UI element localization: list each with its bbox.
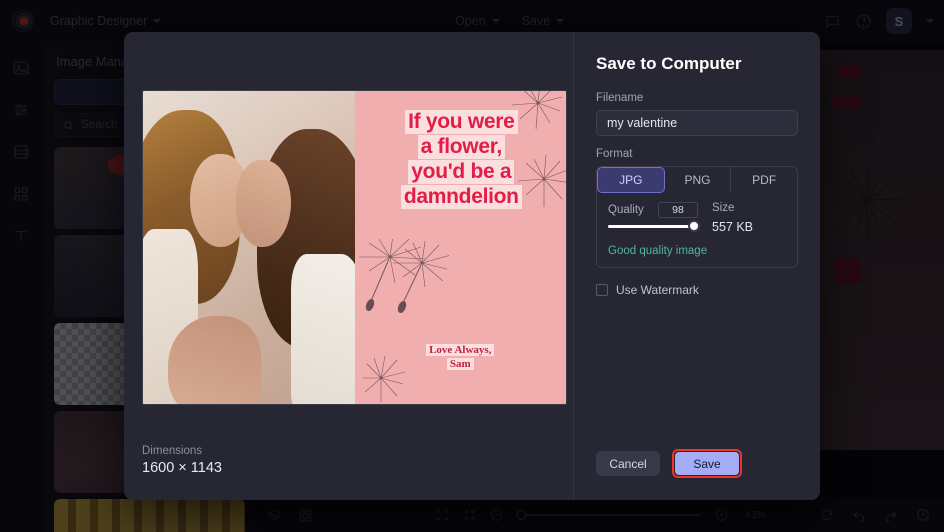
filename-label: Filename <box>596 92 644 104</box>
quality-slider[interactable] <box>608 220 700 232</box>
dialog-title: Save to Computer <box>596 54 742 73</box>
quality-value-input[interactable]: 98 <box>658 202 698 218</box>
watermark-label: Use Watermark <box>616 283 699 297</box>
photo-half <box>143 91 355 404</box>
format-option-jpg[interactable]: JPG <box>597 167 665 193</box>
save-button[interactable]: Save <box>675 452 739 475</box>
card-half: If you were a flower, you'd be a damndel… <box>354 91 567 404</box>
format-section: JPG PNG PDF Quality 98 Size 557 KB Good … <box>596 166 798 268</box>
image-preview: If you were a flower, you'd be a damndel… <box>142 90 567 405</box>
quality-slider-handle[interactable] <box>688 220 700 232</box>
format-tabs: JPG PNG PDF <box>597 167 797 193</box>
quality-label: Quality <box>608 204 644 216</box>
preview-pane: If you were a flower, you'd be a damndel… <box>124 32 573 500</box>
dimensions-value: 1600 × 1143 <box>142 460 222 476</box>
quality-message: Good quality image <box>608 245 708 257</box>
watermark-row[interactable]: Use Watermark <box>596 283 798 297</box>
signature-line: Sam <box>446 357 474 370</box>
save-options-pane: Save to Computer Filename my valentine F… <box>574 32 820 500</box>
quality-panel: Quality 98 Size 557 KB Good quality imag… <box>597 193 797 267</box>
format-option-pdf[interactable]: PDF <box>731 167 797 193</box>
size-value: 557 KB <box>712 220 754 234</box>
signature-line: Love Always, <box>426 343 495 356</box>
size-label: Size <box>712 202 735 214</box>
watermark-checkbox[interactable] <box>596 284 608 296</box>
dandelion-icon <box>511 91 563 130</box>
format-label: Format <box>596 148 633 160</box>
quote-line: If you were <box>405 109 518 134</box>
dandelion-icon <box>358 239 449 314</box>
app-root: Graphic Designer Open Save <box>0 0 944 532</box>
save-to-computer-dialog: If you were a flower, you'd be a damndel… <box>124 32 820 500</box>
dialog-actions: Cancel Save <box>596 449 798 478</box>
card-signature: Love Always, Sam <box>355 343 567 370</box>
cancel-button[interactable]: Cancel <box>596 451 660 476</box>
quote-line: a flower, <box>417 134 505 159</box>
quote-line: you'd be a <box>408 159 515 184</box>
filename-input[interactable]: my valentine <box>596 110 798 136</box>
format-option-png[interactable]: PNG <box>665 167 732 193</box>
save-button-highlight: Save <box>672 449 742 478</box>
dimensions-block: Dimensions 1600 × 1143 <box>142 445 222 476</box>
quote-line: damndelion <box>400 184 522 209</box>
dimensions-label: Dimensions <box>142 445 203 457</box>
dandelion-icon <box>518 154 566 207</box>
